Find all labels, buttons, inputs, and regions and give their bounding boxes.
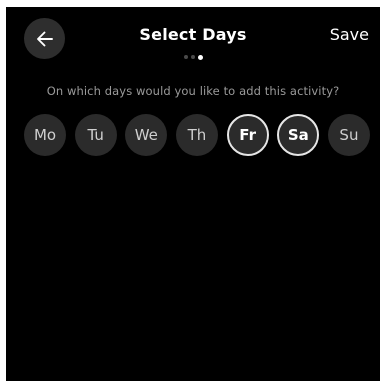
- save-button[interactable]: Save: [330, 25, 369, 44]
- day-button-saturday[interactable]: Sa: [277, 114, 320, 156]
- day-button-monday[interactable]: Mo: [24, 114, 66, 156]
- page-title: Select Days: [139, 25, 247, 44]
- day-button-sunday[interactable]: Su: [327, 114, 370, 156]
- day-button-friday[interactable]: Fr: [226, 114, 269, 156]
- days-prompt: On which days would you like to add this…: [46, 84, 340, 98]
- select-days-screen: Select Days Save On which days would you…: [6, 7, 380, 381]
- day-button-thursday[interactable]: Th: [175, 114, 218, 156]
- page-dot-1: [183, 55, 188, 59]
- page-dot-3: [197, 54, 203, 60]
- page-dot-2: [190, 55, 195, 59]
- day-button-tuesday[interactable]: Tu: [74, 114, 117, 156]
- day-button-wednesday[interactable]: We: [125, 114, 168, 156]
- page-indicator: [6, 54, 380, 60]
- day-selector: Mo Tu We Th Fr Sa Su: [24, 114, 370, 156]
